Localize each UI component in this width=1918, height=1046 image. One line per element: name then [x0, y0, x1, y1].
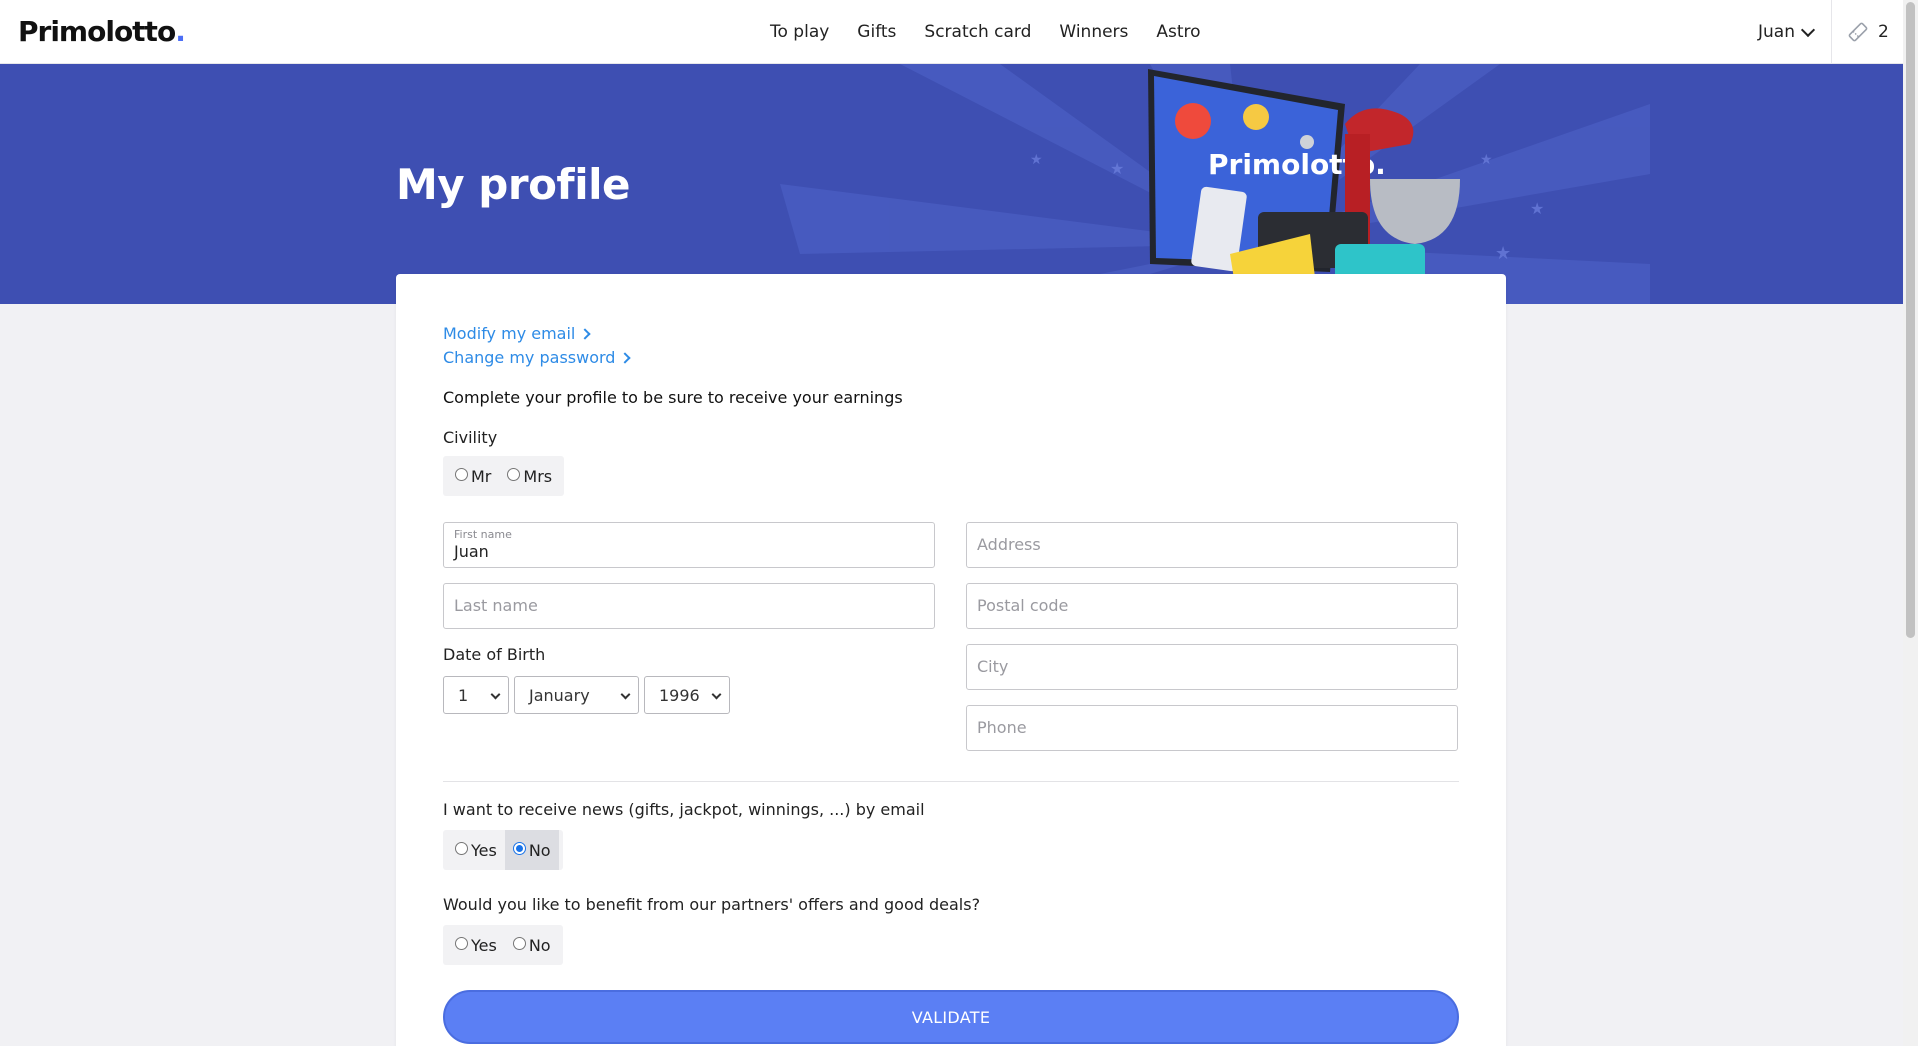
dob-year-value: 1996	[659, 685, 700, 705]
address-placeholder: Address	[977, 535, 1041, 554]
svg-text:★: ★	[1495, 243, 1511, 264]
dob-day-select[interactable]: 1	[443, 676, 509, 714]
profile-form-card: Modify my email Change my password Compl…	[396, 274, 1506, 1046]
newsletter-no-label: No	[528, 840, 551, 860]
address-field[interactable]: Address	[966, 522, 1458, 568]
svg-text:★: ★	[1530, 199, 1544, 218]
main-nav: To play Gifts Scratch card Winners Astro	[770, 0, 1201, 64]
postal-code-placeholder: Postal code	[977, 596, 1069, 615]
partners-option-no[interactable]: No	[505, 925, 559, 965]
nav-item-astro[interactable]: Astro	[1156, 22, 1200, 42]
first-name-value: Juan	[454, 542, 489, 561]
radio-button-selected[interactable]	[512, 841, 526, 855]
hero-background-illustration: ★ ★ ★ ★ ★ ★ Primolotto.	[780, 64, 1650, 304]
radio-button[interactable]	[455, 467, 468, 481]
partners-option-yes[interactable]: Yes	[447, 925, 505, 965]
modify-email-link[interactable]: Modify my email	[443, 324, 592, 343]
civility-radio-group: Mr Mrs	[443, 456, 565, 496]
partners-question: Would you like to benefit from our partn…	[443, 895, 981, 914]
first-name-floating-label: First name	[454, 528, 512, 541]
nav-item-to-play[interactable]: To play	[770, 22, 829, 42]
radio-button[interactable]	[455, 936, 468, 950]
civility-mr-label: Mr	[471, 466, 492, 486]
chevron-right-icon	[619, 351, 632, 364]
header-divider	[1831, 0, 1832, 64]
svg-text:★: ★	[1480, 152, 1493, 168]
dob-day-value: 1	[458, 685, 469, 705]
primolotto-logo[interactable]: Primolotto.	[18, 15, 186, 48]
page-scrollbar[interactable]	[1903, 0, 1918, 1046]
postal-code-field[interactable]: Postal code	[966, 583, 1458, 629]
scrollbar-thumb[interactable]	[1906, 2, 1915, 638]
svg-text:★: ★	[1030, 152, 1043, 168]
city-field[interactable]: City	[966, 644, 1458, 690]
newsletter-option-no[interactable]: No	[504, 830, 559, 870]
first-name-field[interactable]: First name Juan	[443, 522, 935, 568]
section-divider	[443, 781, 1459, 782]
city-placeholder: City	[977, 657, 1009, 676]
chevron-down-icon	[711, 689, 722, 700]
nav-item-scratch-card[interactable]: Scratch card	[924, 22, 1031, 42]
user-name: Juan	[1758, 22, 1795, 42]
partners-no-label: No	[528, 935, 551, 955]
phone-field[interactable]: Phone	[966, 705, 1458, 751]
page-title: My profile	[396, 160, 630, 209]
last-name-placeholder: Last name	[454, 596, 538, 615]
phone-placeholder: Phone	[977, 718, 1027, 737]
last-name-field[interactable]: Last name	[443, 583, 935, 629]
profile-intro-text: Complete your profile to be sure to rece…	[443, 388, 903, 407]
svg-text:★: ★	[1110, 159, 1124, 178]
dob-month-value: January	[529, 685, 590, 705]
logo-text: Primolotto	[18, 15, 176, 48]
civility-option-mr[interactable]: Mr	[447, 456, 499, 496]
civility-mrs-label: Mrs	[523, 466, 553, 486]
chevron-down-icon	[1800, 22, 1816, 37]
civility-option-mrs[interactable]: Mrs	[499, 456, 560, 496]
user-menu-button[interactable]: Juan	[1758, 0, 1816, 64]
newsletter-option-yes[interactable]: Yes	[447, 830, 505, 870]
nav-item-winners[interactable]: Winners	[1059, 22, 1128, 42]
partners-radio-group: Yes No	[443, 925, 563, 965]
radio-button[interactable]	[507, 467, 521, 481]
radio-button[interactable]	[455, 841, 468, 855]
dob-month-select[interactable]: January	[514, 676, 639, 714]
validate-button[interactable]: VALIDATE	[443, 990, 1459, 1044]
radio-button[interactable]	[512, 936, 526, 950]
chevron-right-icon	[579, 327, 592, 340]
newsletter-radio-group: Yes No	[443, 830, 563, 870]
logo-dot: .	[175, 15, 186, 48]
modify-email-label: Modify my email	[443, 324, 576, 343]
ticket-icon	[1848, 22, 1868, 42]
change-password-link[interactable]: Change my password	[443, 348, 632, 367]
chevron-down-icon	[620, 689, 631, 700]
civility-label: Civility	[443, 428, 498, 447]
top-navigation-bar: Primolotto. To play Gifts Scratch card W…	[0, 0, 1903, 64]
newsletter-yes-label: Yes	[471, 840, 497, 860]
chevron-down-icon	[490, 689, 501, 700]
nav-item-gifts[interactable]: Gifts	[857, 22, 896, 42]
tickets-count: 2	[1878, 22, 1889, 42]
date-of-birth-label: Date of Birth	[443, 645, 546, 664]
newsletter-question: I want to receive news (gifts, jackpot, …	[443, 800, 925, 819]
partners-yes-label: Yes	[471, 935, 497, 955]
hero-banner: ★ ★ ★ ★ ★ ★ Primolotto. My profile	[0, 64, 1903, 304]
change-password-label: Change my password	[443, 348, 616, 367]
dob-year-select[interactable]: 1996	[644, 676, 730, 714]
tickets-counter[interactable]: 2	[1846, 0, 1889, 64]
